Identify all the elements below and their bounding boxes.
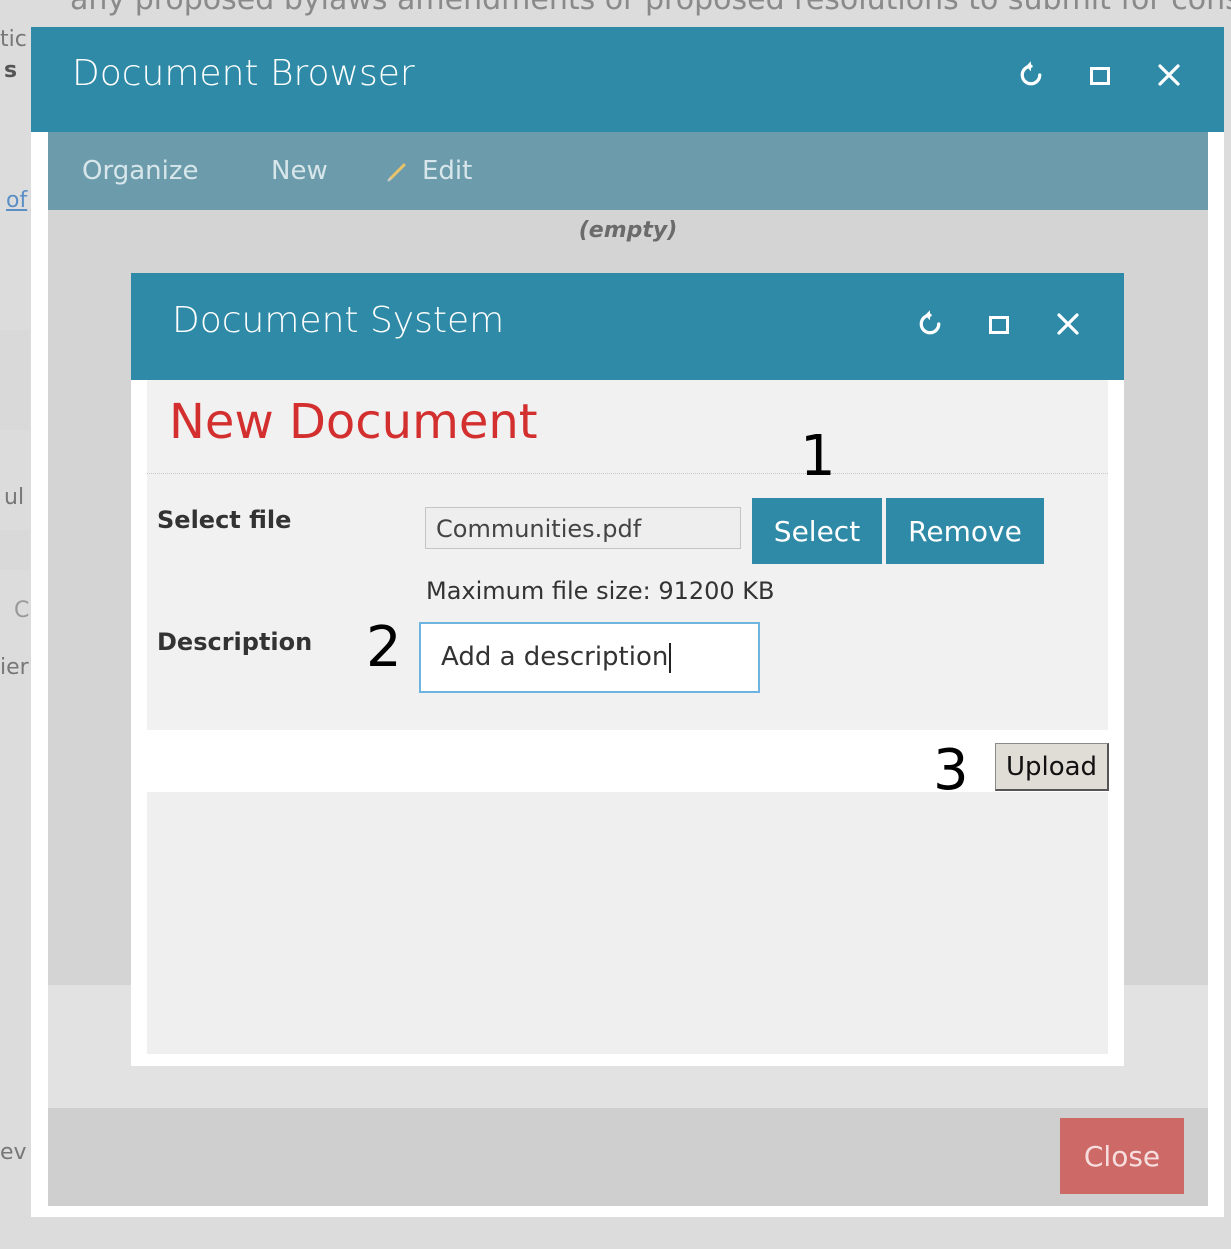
- document-system-body-bottom: [147, 792, 1108, 1054]
- upload-button[interactable]: Upload: [995, 743, 1109, 791]
- toolbar-edit-label: Edit: [422, 156, 473, 186]
- document-browser-toolbar: Organize New Edit: [48, 132, 1208, 210]
- remove-button[interactable]: Remove: [886, 498, 1044, 564]
- annotation-step-1: 1: [800, 424, 836, 489]
- document-browser-titlebar[interactable]: Document Browser: [31, 27, 1224, 132]
- maximize-icon[interactable]: [1083, 59, 1117, 93]
- background-text: any proposed bylaws amendments or propos…: [70, 0, 1231, 17]
- background-panel: [0, 530, 30, 570]
- select-button[interactable]: Select: [752, 498, 882, 564]
- refresh-icon[interactable]: [912, 306, 948, 342]
- max-file-size-text: Maximum file size: 91200 KB: [426, 577, 775, 605]
- document-system-dialog: Document System New Document Select file…: [131, 273, 1124, 1066]
- background-fragment: ul: [4, 485, 25, 510]
- close-icon[interactable]: [1050, 306, 1086, 342]
- new-document-form: New Document Select file Communities.pdf…: [147, 380, 1108, 730]
- refresh-icon[interactable]: [1013, 57, 1049, 93]
- background-fragment: tic: [0, 27, 27, 52]
- file-name-field[interactable]: Communities.pdf: [425, 507, 741, 549]
- background-fragment: C: [14, 598, 30, 623]
- document-browser-footer: Close: [48, 1108, 1208, 1206]
- toolbar-new[interactable]: New: [271, 156, 328, 186]
- background-panel: [0, 330, 30, 430]
- close-icon[interactable]: [1151, 57, 1187, 93]
- document-system-title: Document System: [172, 300, 505, 341]
- divider: [147, 473, 1108, 474]
- background-fragment: ev: [0, 1140, 27, 1165]
- maximize-icon[interactable]: [982, 308, 1016, 342]
- toolbar-edit[interactable]: Edit: [384, 156, 472, 186]
- document-browser-title: Document Browser: [72, 53, 415, 94]
- close-button[interactable]: Close: [1060, 1118, 1184, 1194]
- pencil-icon: [387, 163, 406, 182]
- background-fragment: ier: [0, 655, 29, 680]
- new-document-heading: New Document: [169, 394, 538, 450]
- description-input-text: Add a description: [441, 642, 669, 672]
- description-label: Description: [157, 628, 313, 656]
- document-system-titlebar[interactable]: Document System: [131, 273, 1124, 380]
- annotation-step-3: 3: [933, 738, 969, 803]
- empty-label: (empty): [578, 218, 678, 243]
- background-link[interactable]: of: [6, 188, 27, 213]
- select-file-label: Select file: [157, 506, 292, 534]
- toolbar-organize[interactable]: Organize: [82, 156, 198, 186]
- description-input[interactable]: Add a description: [419, 622, 760, 693]
- annotation-step-2: 2: [366, 615, 402, 680]
- text-cursor: [669, 642, 672, 673]
- background-fragment: s: [4, 58, 18, 83]
